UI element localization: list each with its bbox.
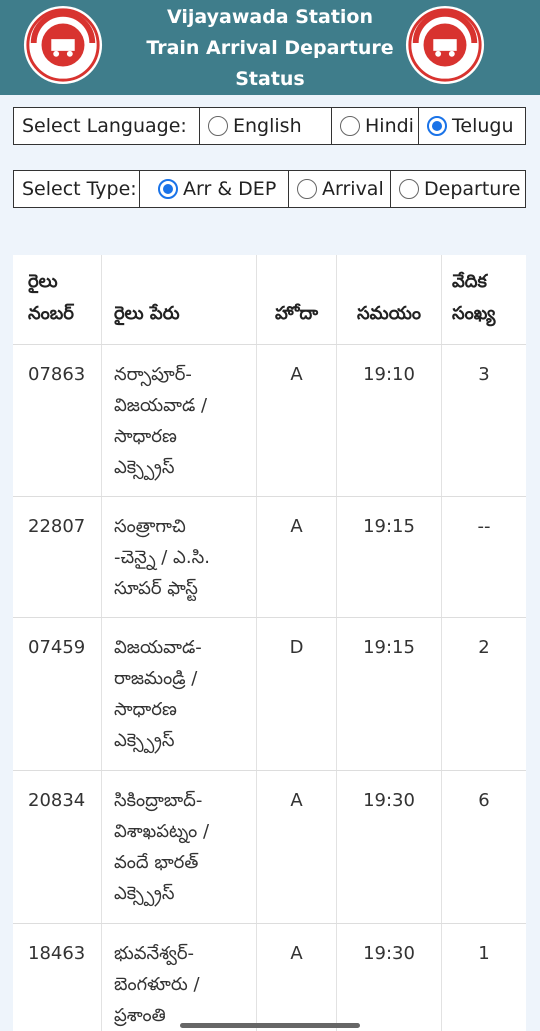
header-train-name: రైలు పేరు bbox=[102, 255, 257, 344]
train-name: సికింద్రాబాద్- విశాఖపట్నం / వందే భారత్ ఎ… bbox=[102, 771, 257, 923]
type-label: Select Type: bbox=[14, 171, 140, 207]
radio-arr-dep-indicator[interactable] bbox=[158, 179, 178, 199]
page-title: Vijayawada Station Train Arrival Departu… bbox=[146, 6, 394, 90]
train-platform: -- bbox=[477, 516, 491, 537]
radio-departure[interactable]: Departure bbox=[391, 171, 525, 207]
table-row[interactable]: 20834 సికింద్రాబాద్- విశాఖపట్నం / వందే భ… bbox=[13, 771, 526, 924]
radio-telugu[interactable]: Telugu bbox=[419, 108, 525, 144]
radio-departure-indicator[interactable] bbox=[399, 179, 419, 199]
train-number: 18463 bbox=[13, 924, 102, 1031]
train-name: విజయవాడ- రాజమండ్రి / సాధారణ ఎక్స్ప్రెస్ bbox=[102, 618, 257, 770]
train-number: 20834 bbox=[13, 771, 102, 923]
header-train-number: రైలు నంబర్ bbox=[13, 255, 102, 344]
type-selector: Select Type: Arr & DEP Arrival Departure bbox=[13, 170, 526, 208]
train-name: నర్సాపూర్- విజయవాడ / సాధారణ ఎక్స్ప్రెస్ bbox=[102, 345, 257, 496]
train-number: 07459 bbox=[13, 618, 102, 770]
train-platform: 1 bbox=[478, 943, 490, 964]
train-name: సంత్రాగాచి -చెన్నై / ఎ.సి. సూపర్ ఫాస్ట్ bbox=[102, 497, 257, 617]
table-header: రైలు నంబర్ రైలు పేరు హోదా సమయం వేదిక సంఖ… bbox=[13, 255, 526, 345]
header-platform: వేదిక సంఖ్య bbox=[452, 271, 496, 324]
train-name: భువనేశ్వర్- బెంగళూరు / ప్రశాంతి ఎక్స్ప్ర… bbox=[102, 924, 257, 1031]
language-label: Select Language: bbox=[14, 108, 200, 144]
radio-english-indicator[interactable] bbox=[208, 116, 228, 136]
indian-railways-logo-right bbox=[405, 5, 485, 85]
table-row[interactable]: 18463 భువనేశ్వర్- బెంగళూరు / ప్రశాంతి ఎక… bbox=[13, 924, 526, 1031]
radio-hindi[interactable]: Hindi bbox=[332, 108, 419, 144]
radio-arrival[interactable]: Arrival bbox=[289, 171, 391, 207]
gesture-home-bar[interactable] bbox=[180, 1023, 360, 1028]
radio-english[interactable]: English bbox=[200, 108, 332, 144]
language-selector: Select Language: English Hindi Telugu bbox=[13, 107, 526, 145]
train-time: 19:30 bbox=[337, 771, 442, 923]
app-header: Vijayawada Station Train Arrival Departu… bbox=[0, 0, 540, 95]
radio-telugu-indicator[interactable] bbox=[427, 116, 447, 136]
train-platform: 2 bbox=[478, 637, 490, 658]
radio-arrival-indicator[interactable] bbox=[297, 179, 317, 199]
train-time: 19:30 bbox=[337, 924, 442, 1031]
train-number: 07863 bbox=[13, 345, 102, 496]
train-position: A bbox=[257, 924, 337, 1031]
train-position: A bbox=[257, 771, 337, 923]
train-number: 22807 bbox=[13, 497, 102, 617]
table-row[interactable]: 22807 సంత్రాగాచి -చెన్నై / ఎ.సి. సూపర్ ఫ… bbox=[13, 497, 526, 618]
header-time: సమయం bbox=[337, 255, 442, 344]
header-position: హోదా bbox=[257, 255, 337, 344]
train-position: A bbox=[257, 345, 337, 496]
table-row[interactable]: 07863 నర్సాపూర్- విజయవాడ / సాధారణ ఎక్స్ప… bbox=[13, 345, 526, 497]
train-status-table: రైలు నంబర్ రైలు పేరు హోదా సమయం వేదిక సంఖ… bbox=[13, 255, 526, 1031]
radio-hindi-indicator[interactable] bbox=[340, 116, 360, 136]
train-position: D bbox=[257, 618, 337, 770]
train-platform: 3 bbox=[478, 364, 490, 385]
train-platform: 6 bbox=[478, 790, 490, 811]
train-position: A bbox=[257, 497, 337, 617]
train-time: 19:15 bbox=[337, 618, 442, 770]
train-time: 19:10 bbox=[337, 345, 442, 496]
indian-railways-logo-left bbox=[23, 5, 103, 85]
train-time: 19:15 bbox=[337, 497, 442, 617]
radio-arr-dep[interactable]: Arr & DEP bbox=[140, 171, 289, 207]
table-row[interactable]: 07459 విజయవాడ- రాజమండ్రి / సాధారణ ఎక్స్ప… bbox=[13, 618, 526, 771]
